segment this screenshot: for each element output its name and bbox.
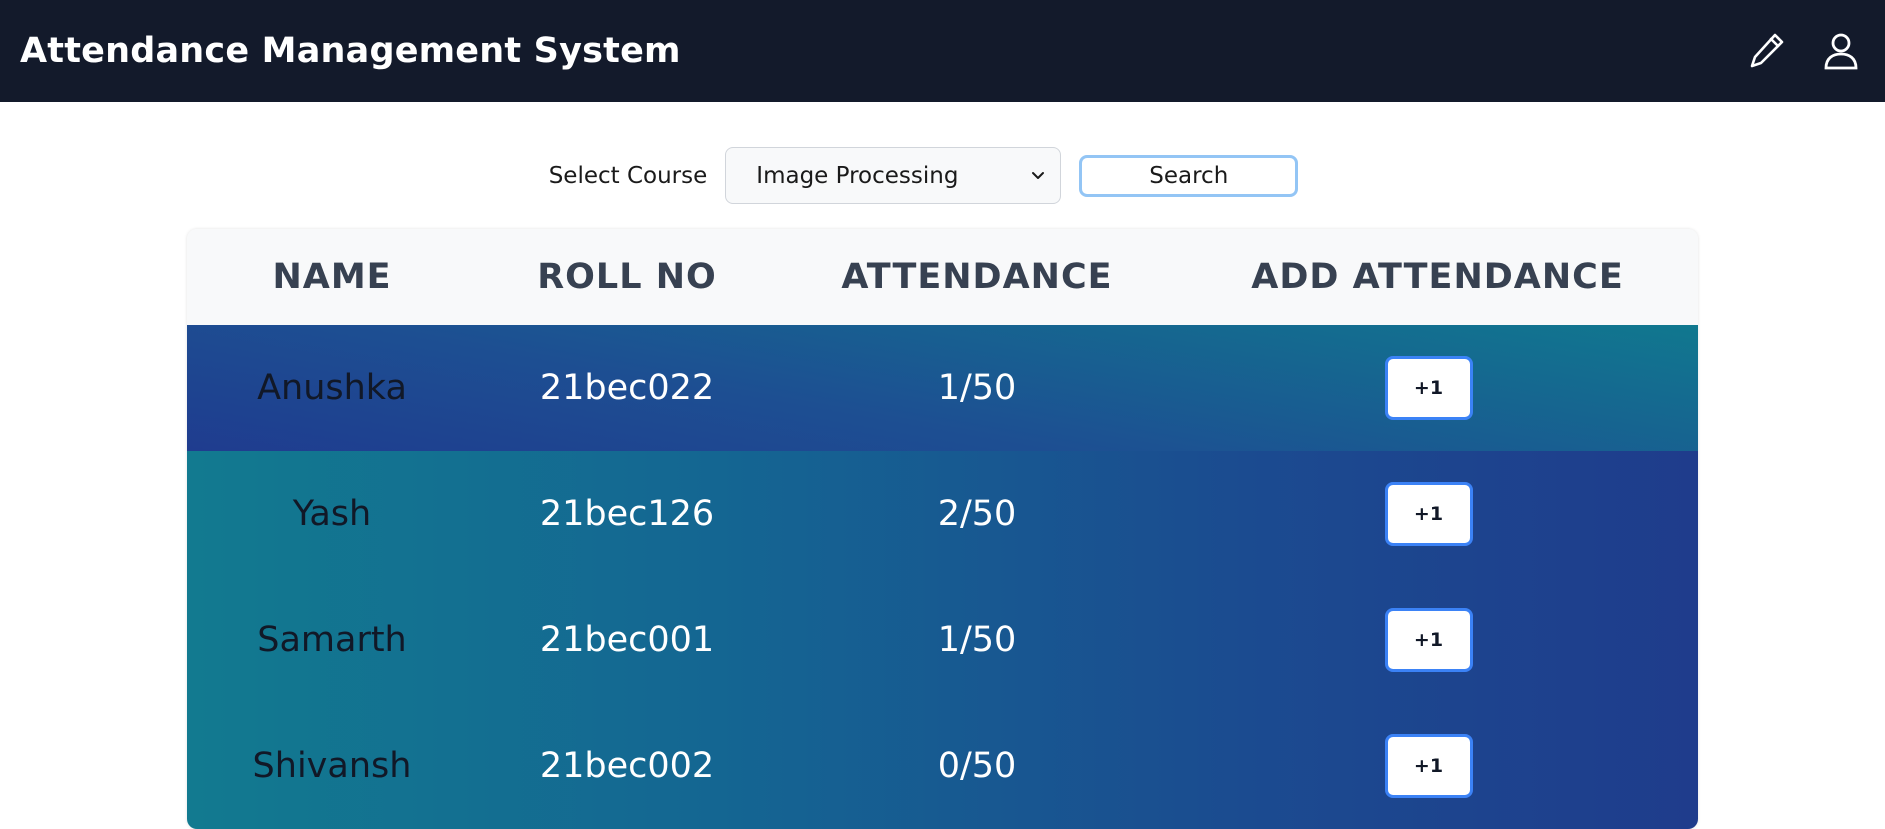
add-attendance-cell: +1: [1177, 482, 1698, 546]
top-navbar: Attendance Management System: [0, 0, 1885, 102]
student-name: Samarth: [257, 620, 407, 660]
add-attendance-button[interactable]: +1: [1384, 734, 1473, 798]
roll-number: 21bec126: [539, 494, 715, 534]
table-body-rest: Yash 21bec126 2/50 +1 Samarth 21bec001 1…: [187, 451, 1698, 829]
table-row: Anushka 21bec022 1/50 +1: [187, 325, 1698, 451]
roll-number: 21bec002: [539, 746, 715, 786]
attendance-count: 2/50: [937, 494, 1017, 534]
search-button[interactable]: Search: [1079, 154, 1299, 197]
add-attendance-button[interactable]: +1: [1384, 482, 1473, 546]
table-row: Samarth 21bec001 1/50 +1: [187, 577, 1698, 703]
pencil-icon[interactable]: [1747, 31, 1787, 71]
navbar-icons: [1747, 31, 1865, 71]
table-header: NAME ROLL NO ATTENDANCE ADD ATTENDANCE: [187, 229, 1698, 325]
select-course-label: Select Course: [548, 162, 708, 189]
user-icon[interactable]: [1821, 31, 1861, 71]
add-attendance-cell: +1: [1177, 734, 1698, 798]
header-name: NAME: [272, 257, 392, 297]
add-attendance-button[interactable]: +1: [1384, 356, 1473, 420]
student-name: Anushka: [257, 368, 407, 408]
add-attendance-cell: +1: [1177, 608, 1698, 672]
attendance-count: 1/50: [937, 620, 1017, 660]
course-select[interactable]: Image Processing: [725, 147, 1062, 204]
attendance-count: 1/50: [937, 368, 1017, 408]
header-attendance: ATTENDANCE: [841, 257, 1113, 297]
table-row: Shivansh 21bec002 0/50 +1: [187, 703, 1698, 829]
student-name: Shivansh: [252, 746, 412, 786]
add-attendance-cell: +1: [1177, 356, 1698, 420]
table-row: Yash 21bec126 2/50 +1: [187, 451, 1698, 577]
app-title: Attendance Management System: [20, 31, 681, 71]
add-attendance-button[interactable]: +1: [1384, 608, 1473, 672]
header-add-attendance: ADD ATTENDANCE: [1251, 257, 1624, 297]
course-select-value: Image Processing: [756, 162, 959, 189]
chevron-down-icon: [1030, 163, 1046, 189]
course-toolbar: Select Course Image Processing Search: [0, 147, 1885, 204]
roll-number: 21bec022: [539, 368, 715, 408]
roll-number: 21bec001: [539, 620, 715, 660]
attendance-count: 0/50: [937, 746, 1017, 786]
student-name: Yash: [292, 494, 372, 534]
attendance-table: NAME ROLL NO ATTENDANCE ADD ATTENDANCE A…: [187, 229, 1698, 829]
header-roll-no: ROLL NO: [537, 257, 717, 297]
course-toolbar-inner: Select Course Image Processing Search: [549, 147, 1299, 204]
